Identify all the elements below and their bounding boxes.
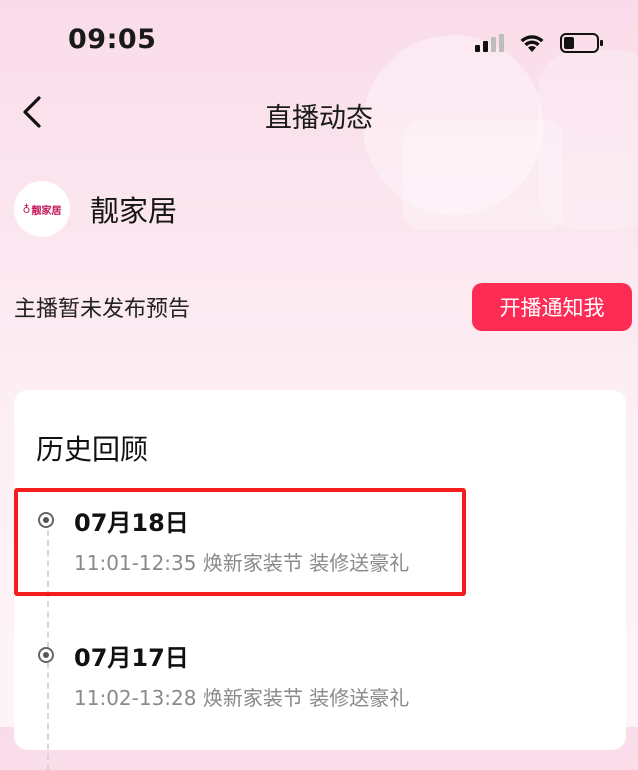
preview-notice-row: 主播暂未发布预告 开播通知我	[14, 283, 632, 331]
history-title: 历史回顾	[36, 433, 149, 466]
status-bar: 09:05	[0, 0, 638, 86]
anchor-profile: ♁ 靓家居 靓家居	[14, 180, 177, 238]
timeline-dot-icon	[38, 647, 54, 663]
logo-mark-icon: ♁	[22, 202, 31, 216]
history-item[interactable]: 07月17日 11:02-13:28 焕新家装节 装修送豪礼	[36, 640, 596, 720]
avatar[interactable]: ♁ 靓家居	[14, 181, 70, 237]
history-date: 07月17日	[74, 644, 189, 672]
battery-icon	[560, 33, 603, 53]
page-title: 直播动态	[265, 103, 373, 134]
anchor-name[interactable]: 靓家居	[90, 188, 177, 230]
history-desc: 11:02-13:28 焕新家装节 装修送豪礼	[74, 686, 410, 710]
notice-text: 主播暂未发布预告	[14, 297, 191, 322]
highlight-box	[14, 488, 466, 596]
notify-me-button[interactable]: 开播通知我	[472, 283, 632, 331]
navigation-bar: 直播动态	[0, 86, 638, 138]
signal-icon	[475, 34, 504, 52]
wifi-icon	[520, 35, 544, 52]
status-time: 09:05	[68, 24, 157, 55]
status-icons	[475, 32, 604, 54]
avatar-logo-text: 靓家居	[31, 205, 62, 217]
